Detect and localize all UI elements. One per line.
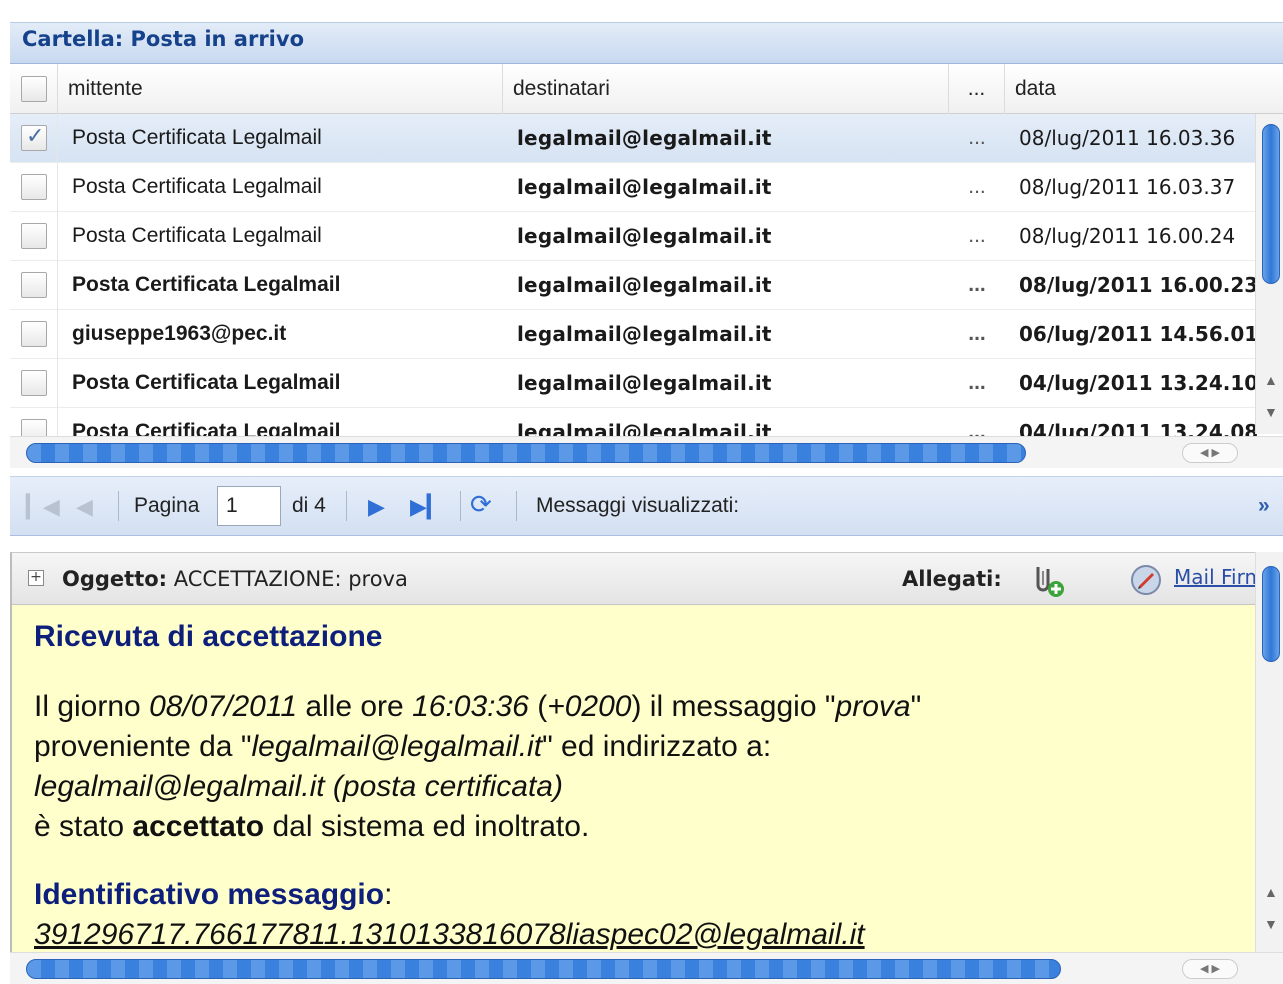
scroll-up-arrow-icon[interactable]: ▲	[1264, 884, 1278, 900]
scroll-down-arrow-icon[interactable]: ▼	[1264, 404, 1278, 420]
message-id-value: 391296717.766177811.1310133816078liaspec…	[34, 918, 865, 951]
message-preview-panel: + Oggetto: ACCETTAZIONE: prova Allegati:…	[10, 552, 1283, 984]
receipt-accepted: accettato	[132, 810, 265, 843]
grid-vertical-scroll-thumb[interactable]	[1262, 124, 1280, 284]
row-date: 06/lug/2011 14.56.01	[1019, 322, 1259, 346]
grid-horizontal-scrollbar[interactable]: ◀ ▶	[10, 436, 1283, 468]
receipt-paragraph: Il giorno 08/07/2011 alle ore 16:03:36 (…	[34, 690, 922, 843]
receipt-date: 08/07/2011	[149, 690, 297, 723]
row-sender: Posta Certificata Legalmail	[72, 175, 322, 198]
row-more: ...	[968, 273, 986, 296]
row-sender: Posta Certificata Legalmail	[72, 224, 322, 247]
message-horizontal-scroll-thumb[interactable]	[26, 959, 1061, 979]
row-more: ...	[968, 224, 986, 247]
toolbar-overflow-icon[interactable]: »	[1258, 477, 1270, 537]
mail-firma-link[interactable]: Mail Firma	[1174, 565, 1258, 589]
paging-toolbar: ▎◀ ◀ Pagina 1 di 4 ▶ ▶▎ ⟳ Messaggi visua…	[10, 476, 1283, 536]
refresh-icon[interactable]: ⟳	[470, 490, 492, 520]
column-header-recipients[interactable]: destinatari	[503, 64, 949, 114]
message-id-paragraph: Identificativo messaggio: 391296717.7661…	[34, 878, 865, 951]
row-more: ...	[968, 126, 986, 149]
table-row[interactable]: Posta Certificata Legalmail legalmail@le…	[10, 359, 1260, 408]
row-date: 08/lug/2011 16.03.36	[1019, 126, 1236, 150]
folder-title: Cartella: Posta in arrivo	[10, 22, 1283, 64]
grid-header: mittente destinatari ... data	[10, 64, 1283, 114]
row-checkbox[interactable]	[21, 272, 47, 298]
grid-vertical-scrollbar[interactable]: ▲ ▼	[1255, 114, 1283, 434]
row-sender: giuseppe1963@pec.it	[72, 322, 287, 345]
receipt-recipient: legalmail@legalmail.it (posta certificat…	[34, 770, 563, 803]
receipt-subject: prova	[835, 690, 911, 723]
row-date: 04/lug/2011 13.24.10	[1019, 371, 1259, 395]
prev-page-icon[interactable]: ◀	[76, 495, 93, 520]
row-checkbox[interactable]	[21, 124, 47, 151]
attachments-label: Allegati:	[902, 567, 1002, 591]
scroll-down-arrow-icon[interactable]: ▼	[1264, 916, 1278, 932]
row-checkbox[interactable]	[21, 174, 47, 200]
column-header-date[interactable]: data	[1005, 64, 1283, 114]
message-body: Ricevuta di accettazione Il giorno 08/07…	[34, 617, 1254, 955]
message-grid: mittente destinatari ... data Posta Cert…	[10, 64, 1283, 476]
row-recipients: legalmail@legalmail.it	[517, 322, 772, 346]
table-row[interactable]: Posta Certificata Legalmail legalmail@le…	[10, 163, 1260, 212]
row-recipients: legalmail@legalmail.it	[517, 126, 772, 150]
select-all-checkbox[interactable]	[21, 76, 47, 102]
scroll-up-arrow-icon[interactable]: ▲	[1264, 372, 1278, 388]
scroll-left-right-arrows-icon[interactable]: ◀ ▶	[1182, 443, 1238, 463]
receipt-sender: legalmail@legalmail.it	[251, 730, 543, 763]
row-sender: Posta Certificata Legalmail	[72, 126, 322, 149]
row-checkbox[interactable]	[21, 370, 47, 396]
expand-icon[interactable]: +	[28, 570, 44, 586]
row-recipients: legalmail@legalmail.it	[517, 273, 772, 297]
message-id-label: Identificativo messaggio	[34, 878, 385, 911]
message-header: + Oggetto: ACCETTAZIONE: prova Allegati:…	[12, 553, 1258, 605]
signature-seal-icon[interactable]	[1130, 564, 1162, 596]
displayed-messages-label: Messaggi visualizzati:	[536, 494, 740, 517]
receipt-timezone: +0200	[547, 690, 632, 723]
row-checkbox[interactable]	[21, 321, 47, 347]
message-vertical-scroll-thumb[interactable]	[1262, 566, 1280, 662]
table-row[interactable]: Posta Certificata Legalmail legalmail@le…	[10, 212, 1260, 261]
row-date: 08/lug/2011 16.03.37	[1019, 175, 1236, 199]
message-vertical-scrollbar[interactable]: ▲ ▼	[1255, 552, 1283, 952]
last-page-icon[interactable]: ▶▎	[410, 495, 444, 520]
row-date: 08/lug/2011 16.00.23	[1019, 273, 1259, 297]
receipt-title: Ricevuta di accettazione	[34, 620, 383, 653]
table-row[interactable]: Posta Certificata Legalmail legalmail@le…	[10, 114, 1260, 163]
table-row[interactable]: giuseppe1963@pec.it legalmail@legalmail.…	[10, 310, 1260, 359]
message-horizontal-scrollbar[interactable]: ◀ ▶	[10, 952, 1283, 984]
row-recipients: legalmail@legalmail.it	[517, 224, 772, 248]
next-page-icon[interactable]: ▶	[368, 495, 385, 520]
row-recipients: legalmail@legalmail.it	[517, 371, 772, 395]
row-checkbox[interactable]	[21, 223, 47, 249]
scroll-left-right-arrows-icon[interactable]: ◀ ▶	[1182, 959, 1238, 979]
page-count-label: di 4	[292, 494, 326, 517]
row-more: ...	[968, 175, 986, 198]
table-row[interactable]: Posta Certificata Legalmail legalmail@le…	[10, 261, 1260, 310]
column-header-sender[interactable]: mittente	[58, 64, 503, 114]
first-page-icon[interactable]: ▎◀	[26, 495, 60, 520]
row-more: ...	[968, 322, 986, 345]
select-all-cell	[10, 64, 58, 114]
receipt-time: 16:03:36	[412, 690, 529, 723]
attachment-paperclip-icon[interactable]	[1028, 561, 1066, 599]
column-header-more[interactable]: ...	[949, 64, 1005, 114]
page-number-input[interactable]: 1	[217, 486, 281, 526]
subject-label: Oggetto:	[62, 567, 168, 591]
row-sender: Posta Certificata Legalmail	[72, 273, 341, 296]
subject-value: ACCETTAZIONE: prova	[173, 567, 408, 591]
page-label: Pagina	[134, 494, 200, 517]
row-more: ...	[968, 371, 986, 394]
row-recipients: legalmail@legalmail.it	[517, 175, 772, 199]
row-sender: Posta Certificata Legalmail	[72, 371, 341, 394]
row-date: 08/lug/2011 16.00.24	[1019, 224, 1236, 248]
grid-horizontal-scroll-thumb[interactable]	[26, 443, 1026, 463]
